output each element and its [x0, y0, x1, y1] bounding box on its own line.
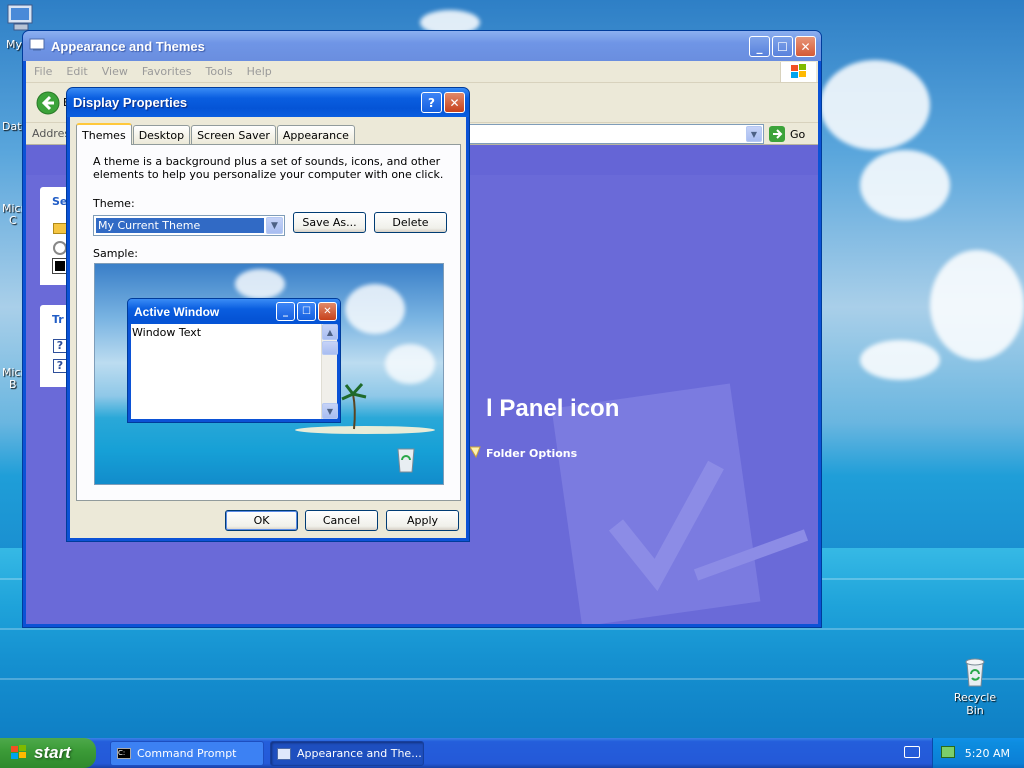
sample-window-body: Window Text ▲ ▼	[131, 324, 338, 419]
help-icon[interactable]: ?	[53, 359, 67, 373]
display-properties-dialog: Display Properties ? ✕ Themes Desktop Sc…	[66, 87, 470, 542]
minimize-icon: _	[276, 302, 295, 321]
cloud	[860, 340, 940, 380]
themes-tab-panel: A theme is a background plus a set of so…	[76, 144, 461, 501]
sample-scrollbar: ▲ ▼	[321, 324, 338, 419]
menu-bar: File Edit View Favorites Tools Help	[26, 61, 818, 83]
minimize-button[interactable]: _	[749, 36, 770, 57]
keyboard-icon[interactable]	[904, 746, 920, 758]
cloud	[820, 60, 930, 150]
desktop-icon-data[interactable]: Dat	[2, 120, 22, 133]
menu-edit[interactable]: Edit	[66, 65, 87, 78]
help-button[interactable]: ?	[421, 92, 442, 113]
go-arrow-icon	[769, 126, 785, 142]
save-as-button[interactable]: Save As...	[293, 212, 366, 233]
dialog-close-button[interactable]: ✕	[444, 92, 465, 113]
ok-button[interactable]: OK	[225, 510, 298, 531]
menu-file[interactable]: File	[34, 65, 52, 78]
desktop-icon-recycle-bin[interactable]: Recycle Bin	[944, 656, 1006, 717]
windows-logo-icon	[11, 745, 26, 759]
control-panel-icon	[29, 37, 45, 56]
question-icon: ?	[428, 95, 435, 110]
taskbar-item-appearance-themes[interactable]: Appearance and The...	[270, 741, 424, 766]
control-panel-titlebar[interactable]: Appearance and Themes	[23, 31, 821, 61]
pick-control-panel-heading: l Panel icon	[486, 395, 620, 422]
address-dropdown-icon[interactable]: ▼	[746, 126, 762, 142]
sample-window-text: Window Text	[132, 326, 202, 339]
clock: 5:20 AM	[964, 746, 1010, 760]
tab-strip: Themes Desktop Screen Saver Appearance	[76, 123, 356, 145]
desktop-icon-label: My	[6, 38, 23, 51]
theme-sample-preview: Active Window _ ☐ ✕ Window Text ▲ ▼	[94, 263, 444, 485]
cloud	[345, 284, 405, 334]
sample-label: Sample:	[93, 247, 138, 260]
desktop-icon-label: Recycle Bin	[953, 691, 997, 717]
cloud	[930, 250, 1024, 360]
theme-select-value: My Current Theme	[96, 218, 264, 233]
close-button[interactable]: ✕	[795, 36, 816, 57]
taskbar-item-command-prompt[interactable]: C: Command Prompt	[110, 741, 264, 766]
scroll-thumb	[322, 341, 338, 355]
apply-button[interactable]: Apply	[386, 510, 459, 531]
folder-options-icon	[468, 445, 482, 459]
palm-tree-icon	[341, 382, 367, 430]
menu-favorites[interactable]: Favorites	[142, 65, 192, 78]
taskbar: start C: Command Prompt Appearance and T…	[0, 738, 1024, 768]
control-panel-title: Appearance and Themes	[51, 38, 205, 54]
taskbar-item-label: Command Prompt	[137, 747, 237, 760]
close-icon: ✕	[318, 302, 337, 321]
troubleshooters-heading: Tr	[52, 313, 64, 326]
tab-screen-saver[interactable]: Screen Saver	[191, 125, 276, 144]
menu-help[interactable]: Help	[247, 65, 272, 78]
address-input[interactable]: ▼	[468, 124, 764, 144]
command-prompt-icon: C:	[117, 748, 131, 759]
control-panel-icon	[277, 747, 291, 760]
minimize-icon: _	[756, 39, 763, 54]
cloud	[860, 150, 950, 220]
theme-label: Theme:	[93, 197, 135, 210]
maximize-button[interactable]: ☐	[772, 36, 793, 57]
theme-description: A theme is a background plus a set of so…	[93, 155, 444, 181]
tab-appearance[interactable]: Appearance	[276, 125, 355, 144]
back-arrow-icon	[36, 91, 60, 114]
display-icon[interactable]	[52, 258, 68, 274]
start-button[interactable]: start	[0, 738, 96, 768]
dialog-body: Themes Desktop Screen Saver Appearance A…	[70, 117, 466, 538]
maximize-icon: ☐	[297, 302, 316, 321]
go-button[interactable]: Go	[768, 125, 805, 143]
maximize-icon: ☐	[777, 39, 788, 54]
folder-options-link[interactable]: Folder Options	[486, 447, 577, 460]
system-tray: 5:20 AM	[932, 738, 1024, 768]
clock-icon[interactable]	[53, 241, 67, 255]
dialog-title: Display Properties	[73, 95, 188, 110]
dialog-titlebar[interactable]: Display Properties	[67, 88, 469, 117]
theme-select[interactable]: My Current Theme ▼	[93, 215, 285, 236]
folder-icon[interactable]	[53, 223, 67, 234]
desktop-icon-label: Dat	[2, 120, 22, 133]
delete-button[interactable]: Delete	[374, 212, 447, 233]
cloud	[385, 344, 435, 384]
tab-themes[interactable]: Themes	[76, 123, 132, 145]
close-icon: ✕	[800, 39, 811, 54]
scroll-up-icon: ▲	[322, 324, 338, 340]
recycle-bin-icon	[959, 656, 991, 688]
start-label: start	[34, 743, 71, 762]
close-icon: ✕	[449, 95, 460, 110]
cloud	[235, 269, 285, 299]
menu-tools[interactable]: Tools	[206, 65, 233, 78]
sample-window-title: Active Window	[134, 304, 220, 319]
windows-logo-icon	[780, 62, 816, 82]
menu-view[interactable]: View	[102, 65, 128, 78]
taskbar-item-label: Appearance and The...	[297, 747, 422, 760]
sample-active-window: Active Window _ ☐ ✕ Window Text ▲ ▼	[127, 298, 341, 423]
help-icon[interactable]: ?	[53, 339, 67, 353]
network-icon[interactable]	[941, 746, 955, 758]
cancel-button[interactable]: Cancel	[305, 510, 378, 531]
scroll-down-icon: ▼	[322, 403, 338, 419]
recycle-bin-icon	[397, 448, 415, 473]
go-label: Go	[790, 127, 806, 141]
tab-desktop[interactable]: Desktop	[132, 125, 191, 144]
chevron-down-icon[interactable]: ▼	[266, 217, 283, 234]
